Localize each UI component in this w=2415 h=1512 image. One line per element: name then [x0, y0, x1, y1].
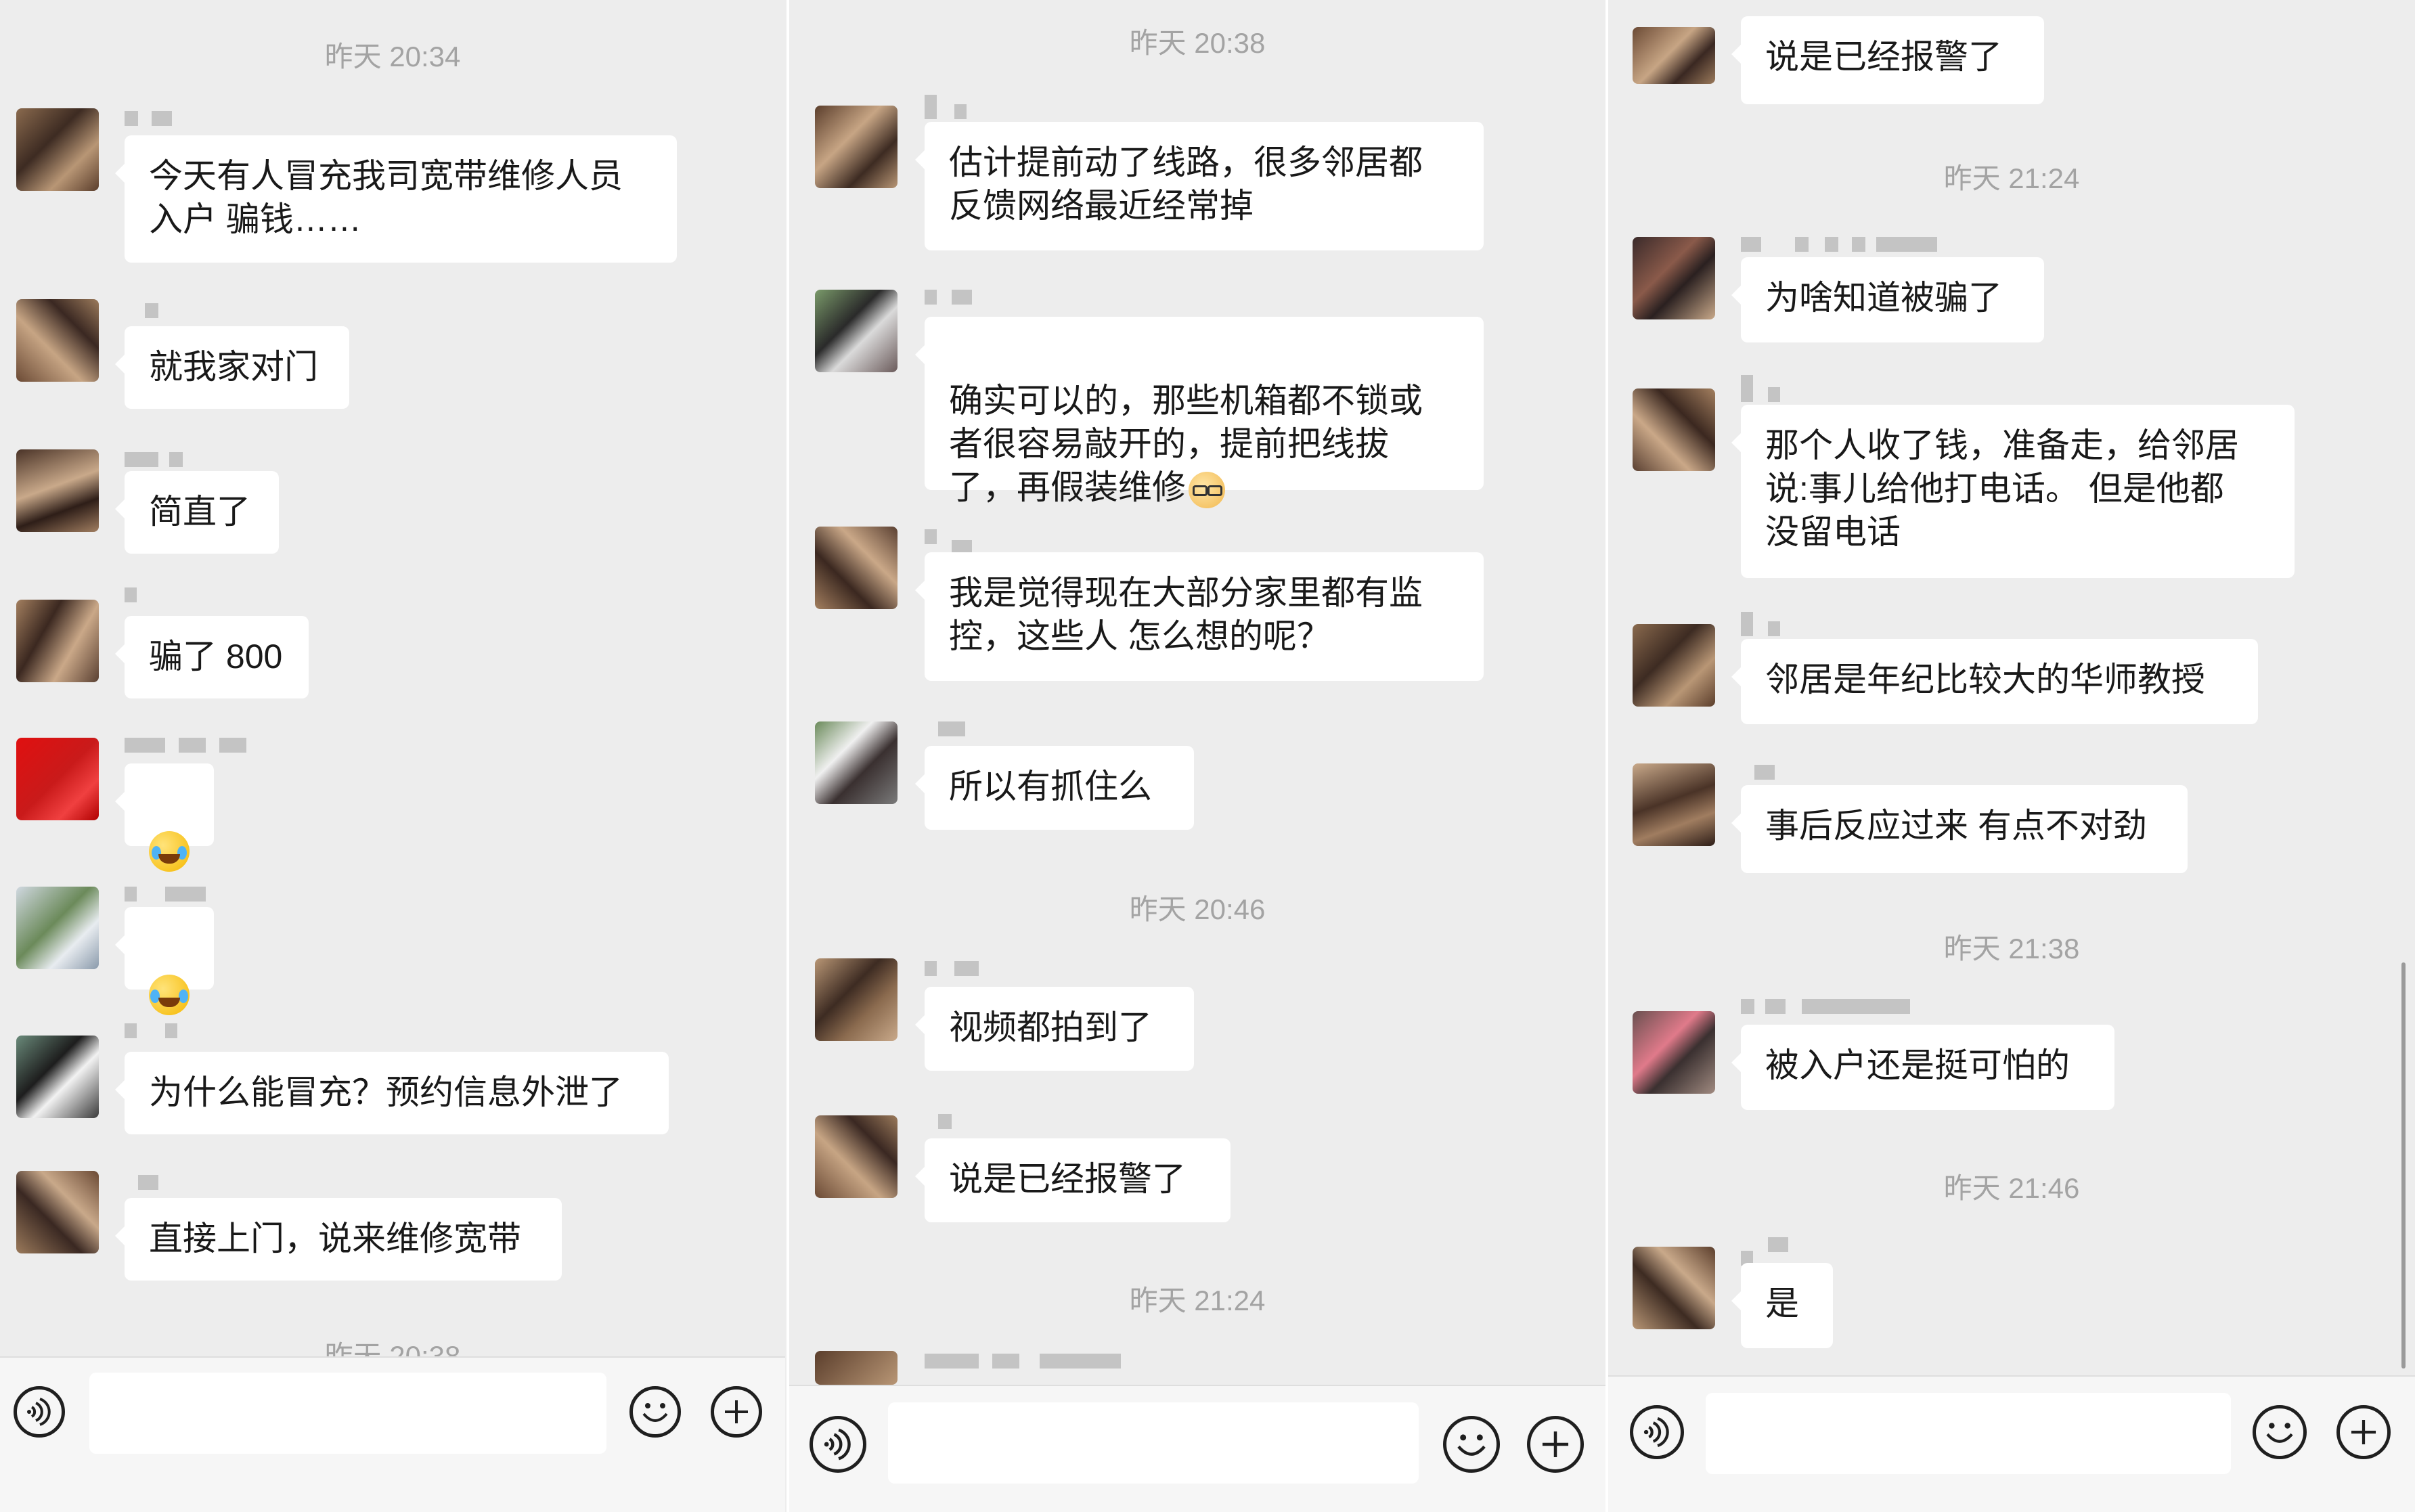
voice-icon[interactable]	[1630, 1405, 1684, 1459]
avatar[interactable]	[16, 887, 99, 969]
message-bubble[interactable]	[115, 763, 214, 872]
message-bubble[interactable]: 视频都拍到了	[915, 987, 1194, 1071]
input-bar	[0, 1356, 785, 1512]
timestamp: 昨天 21:24	[1129, 1285, 1266, 1316]
message-bubble[interactable]: 事后反应过来 有点不对劲	[1731, 785, 2188, 873]
smiley-icon[interactable]	[1443, 1416, 1500, 1473]
timestamp: 昨天 20:34	[324, 41, 461, 72]
message-bubble[interactable]: 为什么能冒充？预约信息外泄了	[115, 1052, 669, 1134]
cat-sunglasses-emoji	[1189, 471, 1225, 508]
message-bubble[interactable]: 那个人收了钱，准备走，给邻居 说:事儿给他打电话。 但是他都 没留电话	[1731, 405, 2295, 578]
smiley-icon[interactable]	[2253, 1405, 2307, 1459]
plus-icon[interactable]	[2336, 1405, 2391, 1459]
tears-of-joy-emoji	[149, 974, 190, 1015]
avatar[interactable]	[1633, 388, 1715, 471]
message-bubble[interactable]: 说是已经报警了	[915, 1138, 1231, 1222]
avatar[interactable]	[815, 1115, 898, 1198]
chat-panel-3: 说是已经报警了 昨天 21:24 为啥知道被骗了 那个人收了钱，准备走，给邻居 …	[1608, 0, 2415, 1512]
avatar[interactable]	[815, 1351, 898, 1385]
message-bubble[interactable]: 确实可以的，那些机箱都不锁或 者很容易敲开的，提前把线拔 了，再假装维修	[915, 317, 1484, 508]
plus-icon[interactable]	[711, 1386, 762, 1438]
message-bubble[interactable]: 就我家对门	[115, 326, 349, 409]
message-bubble[interactable]: 为啥知道被骗了	[1731, 257, 2044, 342]
avatar[interactable]	[815, 527, 898, 609]
message-bubble[interactable]	[115, 907, 214, 1015]
message-bubble[interactable]: 骗了 800	[115, 616, 309, 698]
message-bubble[interactable]: 所以有抓住么	[915, 746, 1194, 830]
message-input[interactable]	[1706, 1393, 2231, 1474]
voice-icon[interactable]	[810, 1416, 866, 1473]
timestamp: 昨天 21:24	[1943, 162, 2080, 194]
avatar[interactable]	[16, 108, 99, 191]
message-bubble[interactable]: 估计提前动了线路，很多邻居都 反馈网络最近经常掉	[915, 122, 1484, 250]
input-bar	[789, 1385, 1605, 1512]
timestamp: 昨天 21:38	[1943, 933, 2080, 964]
avatar[interactable]	[1633, 763, 1715, 846]
message-bubble[interactable]: 邻居是年纪比较大的华师教授	[1731, 639, 2258, 724]
plus-icon[interactable]	[1527, 1416, 1584, 1473]
message-bubble[interactable]: 被入户还是挺可怕的	[1731, 1025, 2114, 1110]
message-bubble[interactable]: 简直了	[115, 471, 279, 554]
avatar[interactable]	[1633, 624, 1715, 707]
avatar[interactable]	[16, 738, 99, 820]
message-input[interactable]	[888, 1402, 1419, 1484]
avatar[interactable]	[16, 1171, 99, 1253]
smiley-icon[interactable]	[629, 1386, 681, 1438]
avatar[interactable]	[16, 299, 99, 382]
avatar[interactable]	[815, 290, 898, 372]
message-bubble[interactable]: 说是已经报警了	[1731, 16, 2044, 104]
avatar[interactable]	[815, 721, 898, 804]
timestamp: 昨天 21:46	[1943, 1172, 2080, 1204]
avatar[interactable]	[815, 106, 898, 188]
avatar[interactable]	[16, 1036, 99, 1118]
crying-laughing-emoji	[149, 830, 190, 872]
chat-panel-2: 昨天 20:38 估计提前动了线路，很多邻居都 反馈网络最近经常掉 确实可以的，…	[789, 0, 1605, 1512]
timestamp: 昨天 20:46	[1129, 893, 1266, 925]
avatar[interactable]	[1633, 1011, 1715, 1094]
message-bubble[interactable]: 直接上门，说来维修宽带	[115, 1198, 562, 1281]
timestamp: 昨天 20:38	[1129, 27, 1266, 59]
message-bubble[interactable]: 是	[1731, 1263, 1833, 1348]
scrollbar[interactable]	[2401, 962, 2406, 1369]
message-bubble[interactable]: 我是觉得现在大部分家里都有监 控，这些人 怎么想的呢？	[915, 552, 1484, 681]
avatar[interactable]	[16, 600, 99, 682]
message-bubble[interactable]: 今天有人冒充我司宽带维修人员 入户 骗钱……	[115, 135, 677, 263]
message-text: 确实可以的，那些机箱都不锁或 者很容易敲开的，提前把线拔 了，再假装维修	[949, 382, 1423, 506]
message-input[interactable]	[89, 1373, 606, 1454]
avatar[interactable]	[815, 958, 898, 1041]
voice-icon[interactable]	[14, 1386, 65, 1438]
avatar[interactable]	[1633, 1247, 1715, 1329]
avatar[interactable]	[16, 449, 99, 532]
input-bar	[1608, 1375, 2415, 1512]
avatar[interactable]	[1633, 27, 1715, 84]
chat-panel-1: 昨天 20:34 今天有人冒充我司宽带维修人员 入户 骗钱…… 就我家对门 简直…	[0, 0, 785, 1512]
avatar[interactable]	[1633, 237, 1715, 319]
